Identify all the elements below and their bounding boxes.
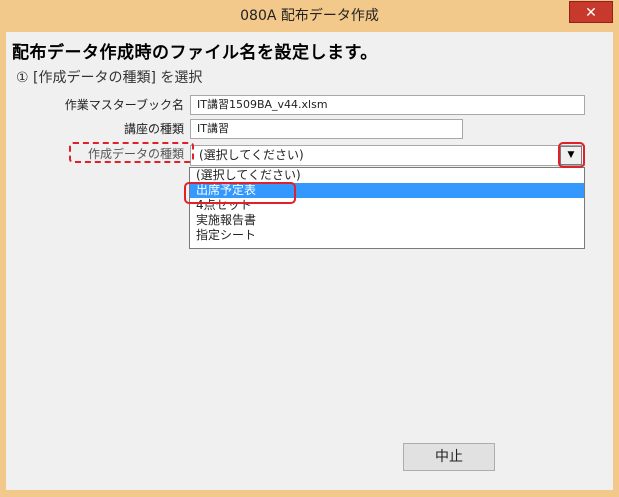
dropdown-highlight-annotation (558, 142, 585, 168)
list-item[interactable]: (選択してください) (190, 168, 584, 183)
master-book-label: 作業マスターブック名 (64, 98, 184, 112)
step-instruction: ① [作成データの種類] を選択 (16, 70, 203, 86)
data-type-combo[interactable]: (選択してください) (190, 145, 585, 166)
list-item[interactable]: 実施報告書 (190, 213, 584, 228)
title-bar[interactable]: 080A 配布データ作成 ✕ (0, 0, 619, 32)
window-title: 080A 配布データ作成 (240, 8, 379, 24)
page-title: 配布データ作成時のファイル名を設定します。 (12, 43, 378, 63)
course-type-label: 講座の種類 (123, 122, 184, 136)
cancel-button[interactable]: 中止 (403, 443, 495, 471)
label-highlight-annotation (69, 142, 194, 163)
list-item[interactable]: 指定シート (190, 228, 584, 243)
dialog-window: 080A 配布データ作成 ✕ 配布データ作成時のファイル名を設定します。 ① [… (0, 0, 619, 497)
option-highlight-annotation (184, 182, 296, 204)
data-type-options-list: (選択してください) 出席予定表 4点セット 実施報告書 指定シート (189, 167, 585, 249)
close-button[interactable]: ✕ (569, 1, 613, 23)
dialog-client: 配布データ作成時のファイル名を設定します。 ① [作成データの種類] を選択 作… (6, 32, 613, 490)
master-book-field[interactable]: IT講習1509BA_v44.xlsm (190, 95, 585, 115)
course-type-field[interactable]: IT講習 (190, 119, 463, 139)
